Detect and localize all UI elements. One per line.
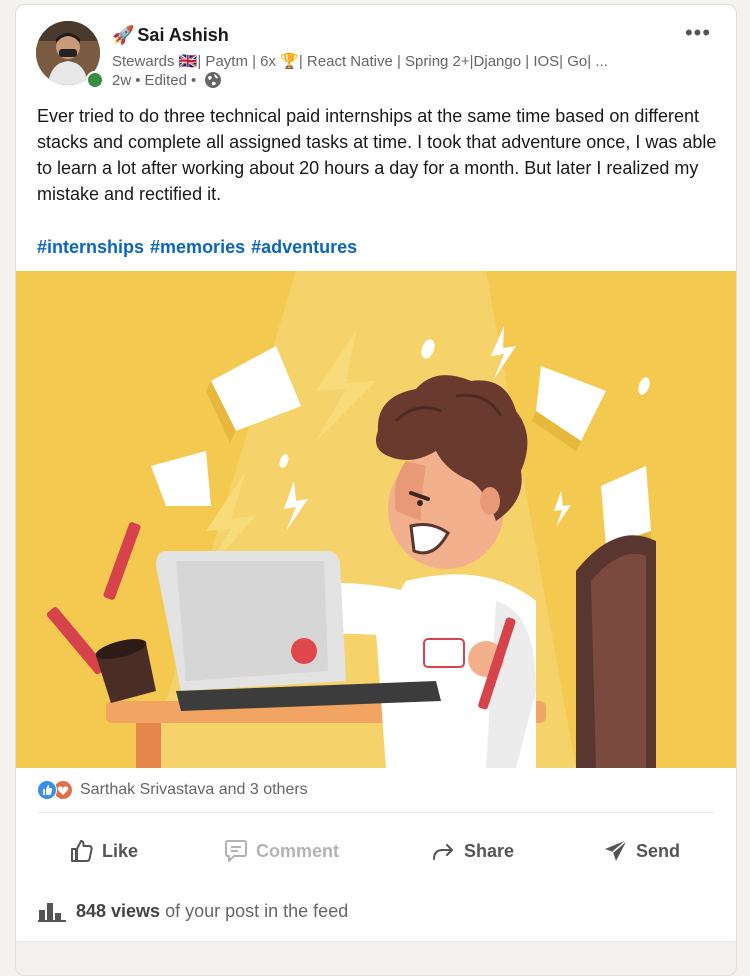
hashtag-link[interactable]: #internships <box>37 237 144 257</box>
send-label: Send <box>636 840 681 861</box>
views-suffix: of your post in the feed <box>165 900 349 921</box>
post-image[interactable] <box>16 271 736 768</box>
edited-label: Edited <box>144 71 187 89</box>
more-options-button[interactable]: ••• <box>680 22 716 49</box>
post-actions: Like Comment Share Send <box>16 831 736 871</box>
rocket-emoji: 🚀 <box>112 25 135 45</box>
post-card: 🚀 Sai Ashish Stewards 🇬🇧| Paytm | 6x 🏆| R… <box>15 4 737 976</box>
like-button[interactable]: Like <box>68 831 138 871</box>
author-name[interactable]: Sai Ashish <box>137 25 228 45</box>
share-label: Share <box>464 840 515 861</box>
meta-separator: • <box>135 71 141 89</box>
reactions-summary[interactable]: Sarthak Srivastava and 3 others <box>37 779 308 801</box>
like-reaction-icon <box>37 780 57 800</box>
share-arrow-icon <box>433 844 453 860</box>
send-icon <box>605 839 628 861</box>
comments-footer <box>16 941 736 975</box>
post-header: 🚀 Sai Ashish Stewards 🇬🇧| Paytm | 6x 🏆| R… <box>16 5 736 100</box>
send-button[interactable]: Send <box>602 831 680 871</box>
share-button[interactable]: Share <box>430 831 514 871</box>
thumbs-up-icon <box>71 840 93 862</box>
comment-label: Comment <box>256 840 340 861</box>
comment-icon <box>225 840 247 862</box>
post-text: Ever tried to do three technical paid in… <box>37 106 717 204</box>
post-views[interactable]: 848 views of your post in the feed <box>38 900 348 922</box>
globe-icon <box>204 71 222 89</box>
post-meta: 2w • Edited • <box>112 71 222 89</box>
online-status-dot <box>86 71 104 89</box>
views-count: 848 views <box>76 900 161 921</box>
hashtags: #internships #memories #adventures <box>37 237 363 258</box>
divider <box>37 812 715 813</box>
comment-button[interactable]: Comment <box>222 831 339 871</box>
author-headline: Stewards 🇬🇧| Paytm | 6x 🏆| React Native … <box>112 53 608 70</box>
like-label: Like <box>102 840 139 861</box>
meta-separator: • <box>191 71 197 89</box>
post-time: 2w <box>112 71 132 89</box>
hashtag-link[interactable]: #memories <box>150 237 245 257</box>
author-name-row[interactable]: 🚀 Sai Ashish <box>112 25 229 46</box>
bar-chart-icon <box>38 903 66 922</box>
reactions-text[interactable]: Sarthak Srivastava and 3 others <box>80 781 308 799</box>
hashtag-link[interactable]: #adventures <box>251 237 357 257</box>
